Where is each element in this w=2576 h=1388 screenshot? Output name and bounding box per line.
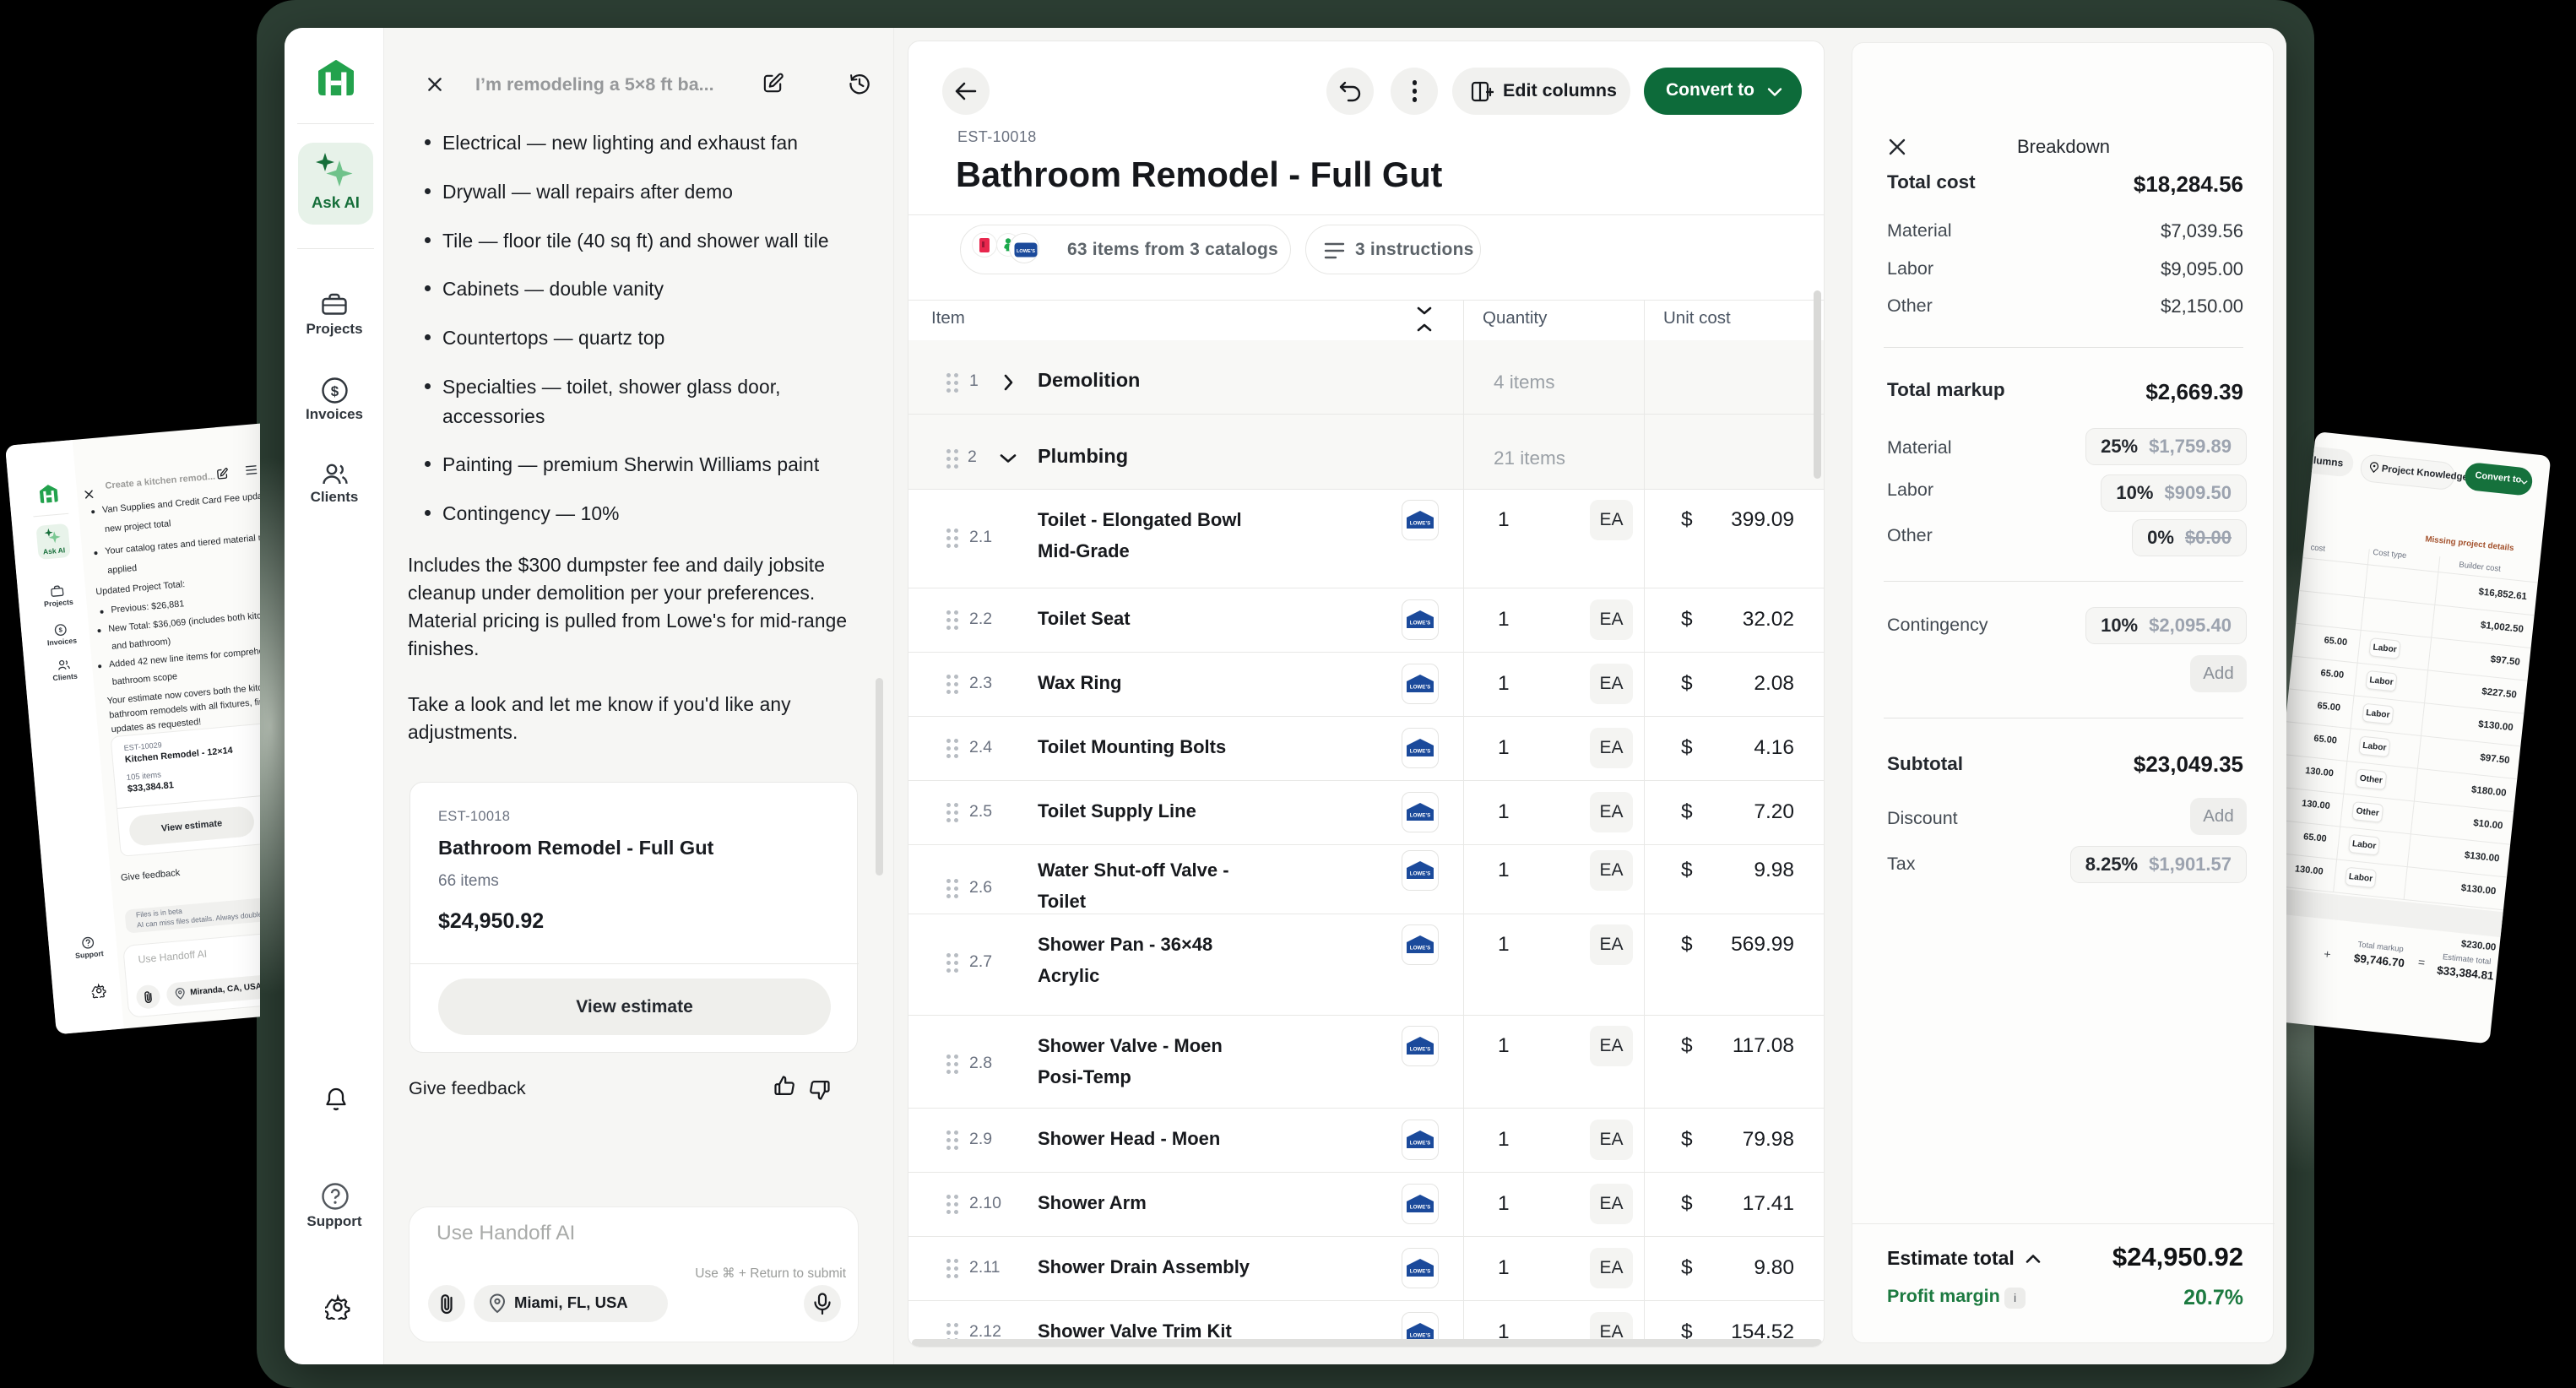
svg-text:LOWE’S: LOWE’S	[1410, 813, 1430, 819]
svg-text:LOWE’S: LOWE’S	[1410, 621, 1430, 626]
svg-text:LOWE’S: LOWE’S	[1410, 1333, 1430, 1339]
svg-text:LOWE’S: LOWE’S	[1410, 871, 1430, 877]
svg-text:LOWE’S: LOWE’S	[1410, 1047, 1430, 1053]
svg-text:LOWE’S: LOWE’S	[1410, 521, 1430, 527]
svg-text:LOWE’S: LOWE’S	[1410, 685, 1430, 691]
svg-text:LOWE’S: LOWE’S	[1410, 1205, 1430, 1211]
svg-text:LOWE’S: LOWE’S	[1017, 249, 1035, 254]
svg-text:LOWE’S: LOWE’S	[1410, 1141, 1430, 1147]
svg-text:$: $	[58, 626, 63, 633]
svg-text:LOWE’S: LOWE’S	[1410, 749, 1430, 755]
svg-text:LOWE’S: LOWE’S	[1410, 1269, 1430, 1275]
svg-text:LOWE’S: LOWE’S	[1410, 946, 1430, 952]
svg-text:$: $	[331, 383, 339, 399]
